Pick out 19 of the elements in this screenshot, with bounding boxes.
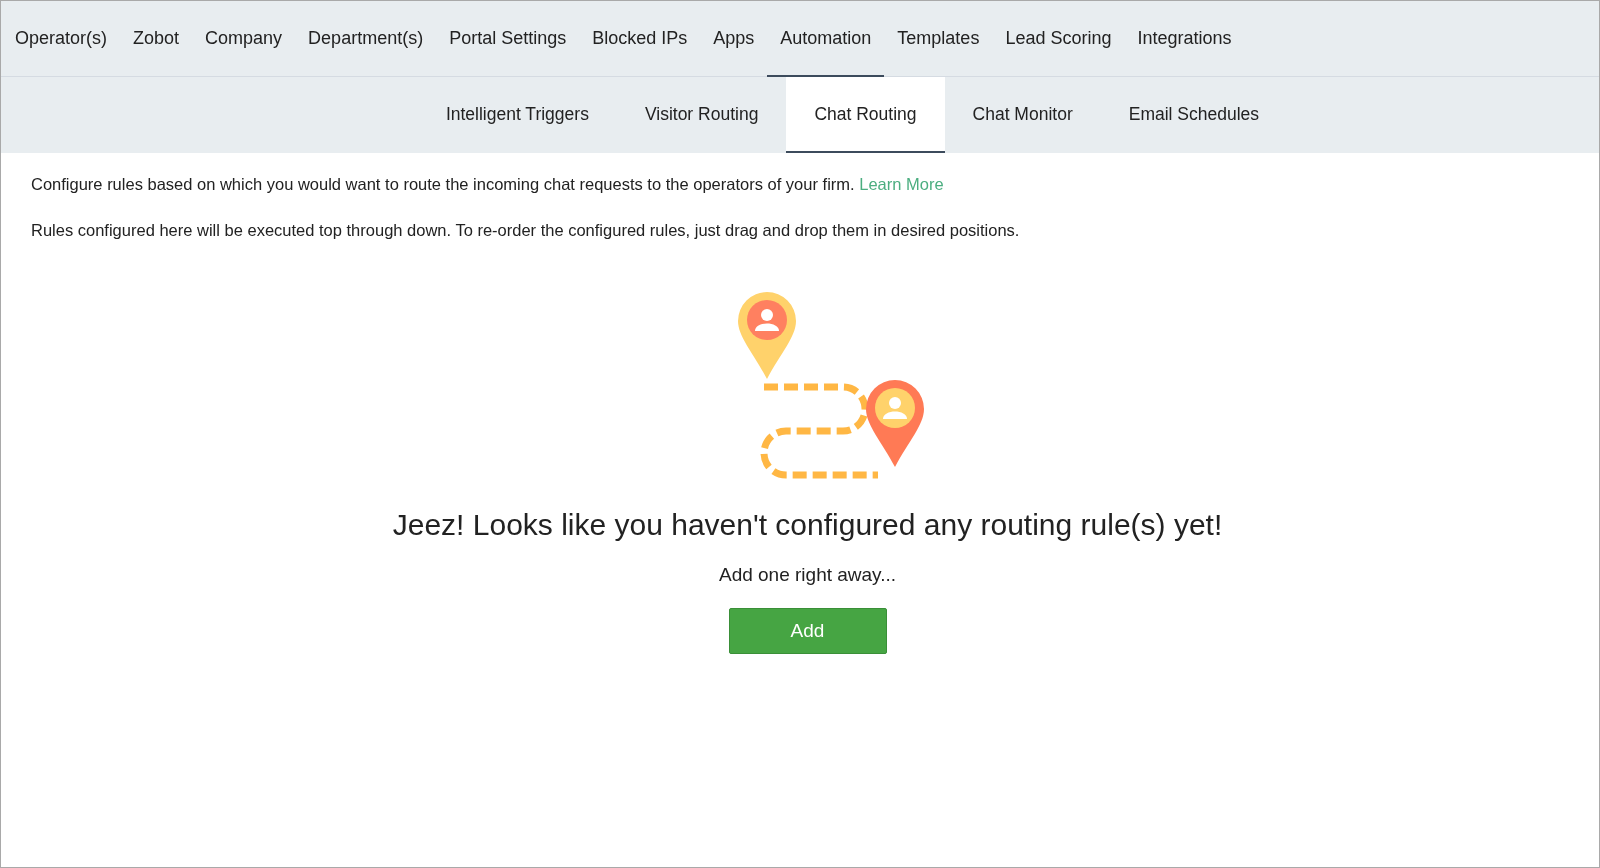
description-text: Configure rules based on which you would want to route the incoming chat requests to the operators of your firm. Learn More — [31, 175, 945, 194]
nav-tab[interactable]: Integrations — [1124, 1, 1245, 77]
nav-tab[interactable]: Operator(s) — [2, 1, 121, 77]
empty-state-subtext: Add one right away... — [718, 564, 897, 586]
empty-state-heading: Jeez! Looks like you haven't configured any routing rule(s) yet! — [392, 508, 1223, 542]
nav-tab[interactable]: Blocked IPs — [579, 1, 701, 77]
nav-tab[interactable]: Apps — [700, 1, 768, 77]
nav-tab[interactable]: Chat Routing — [786, 77, 945, 153]
nav-tab[interactable]: Zobot — [120, 1, 193, 77]
nav-tab[interactable]: Email Schedules — [1100, 77, 1288, 153]
instruction-text: Rules configured here will be executed top through down. To re-order the configured rules, just drag and drop them in desired positions. — [31, 221, 1021, 240]
nav-tab[interactable]: Templates — [884, 1, 993, 77]
nav-tab[interactable]: Department(s) — [295, 1, 437, 77]
nav-tab[interactable]: Visitor Routing — [616, 77, 787, 153]
nav-tab[interactable]: Company — [192, 1, 296, 77]
nav-tab[interactable]: Lead Scoring — [992, 1, 1125, 77]
nav-tab[interactable]: Chat Monitor — [944, 77, 1101, 153]
nav-tab[interactable]: Intelligent Triggers — [417, 77, 617, 153]
nav-tab[interactable]: Portal Settings — [436, 1, 580, 77]
